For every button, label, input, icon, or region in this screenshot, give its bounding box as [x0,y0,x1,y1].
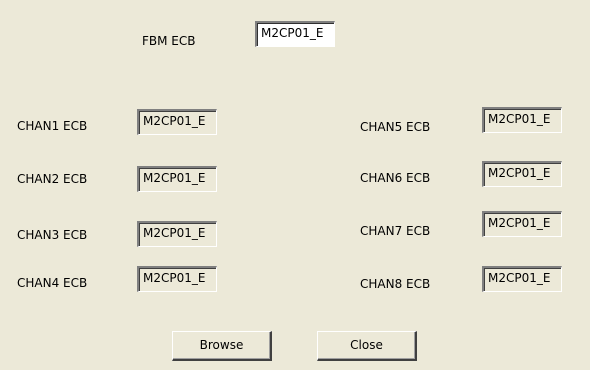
chan7-ecb-field[interactable]: M2CP01_E [482,211,562,237]
ecb-dialog: FBM ECB M2CP01_E CHAN1 ECB M2CP01_E CHAN… [0,0,590,370]
fbm-ecb-label: FBM ECB [142,34,196,48]
chan1-ecb-label: CHAN1 ECB [17,119,88,133]
chan7-ecb-label: CHAN7 ECB [360,224,431,238]
fbm-ecb-field[interactable]: M2CP01_E [255,21,335,47]
chan5-ecb-label: CHAN5 ECB [360,120,431,134]
chan8-ecb-label: CHAN8 ECB [360,277,431,291]
chan1-ecb-field[interactable]: M2CP01_E [137,109,217,135]
chan6-ecb-label: CHAN6 ECB [360,171,431,185]
chan2-ecb-label: CHAN2 ECB [17,172,88,186]
chan4-ecb-label: CHAN4 ECB [17,276,88,290]
chan3-ecb-field[interactable]: M2CP01_E [137,221,217,247]
chan2-ecb-field[interactable]: M2CP01_E [137,166,217,192]
close-button[interactable]: Close [317,331,417,361]
chan8-ecb-field[interactable]: M2CP01_E [482,266,562,292]
chan6-ecb-field[interactable]: M2CP01_E [482,161,562,187]
chan3-ecb-label: CHAN3 ECB [17,228,88,242]
chan4-ecb-field[interactable]: M2CP01_E [137,266,217,292]
chan5-ecb-field[interactable]: M2CP01_E [482,107,562,133]
browse-button[interactable]: Browse [172,331,272,361]
